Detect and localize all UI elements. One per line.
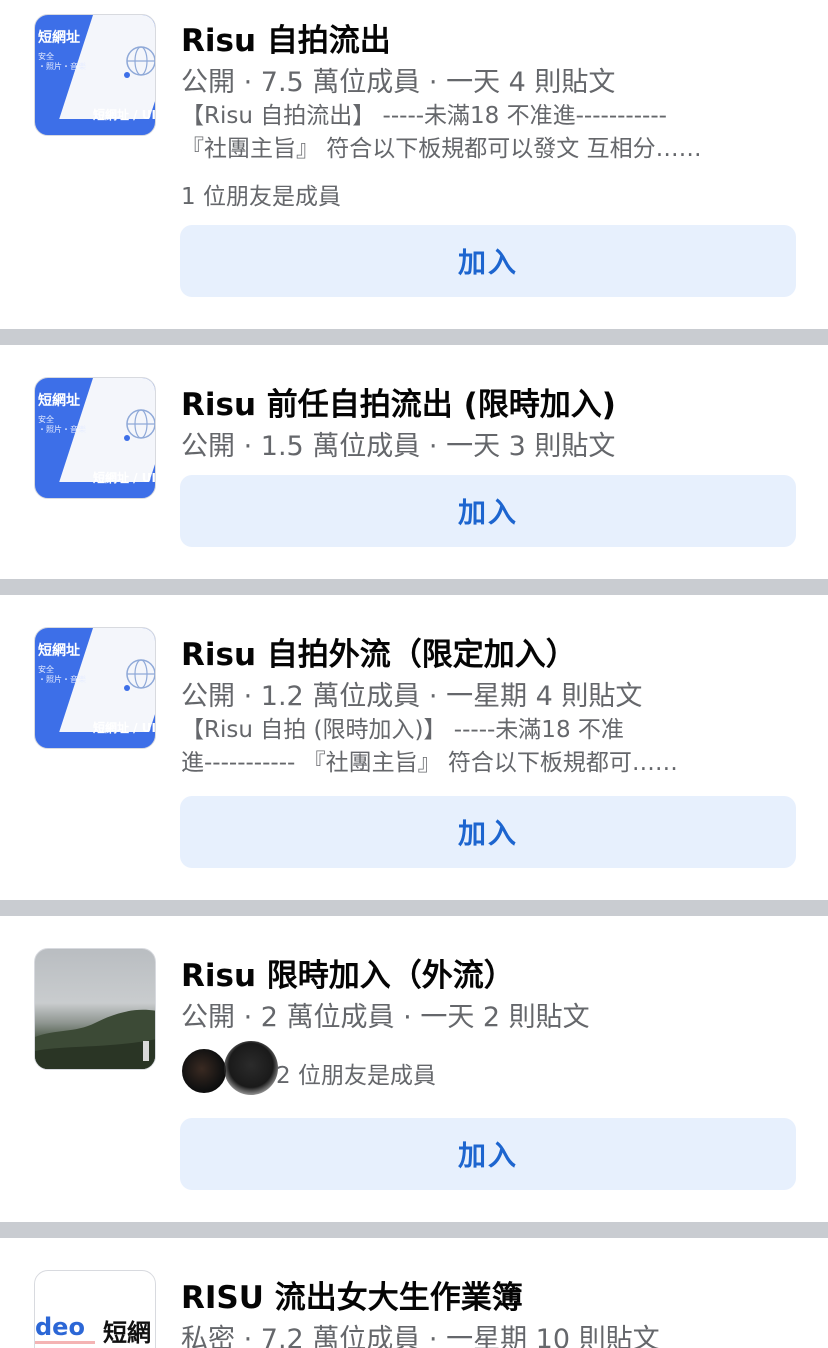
group-card[interactable]: 短網址 安全 ・照片・音樂 短網址 / UI Risu 自拍流出 公開 · 7.5…: [0, 0, 828, 329]
group-title[interactable]: RISU 流出女大生作業簿: [181, 1272, 523, 1317]
post-frequency: 一天 4 則貼文: [446, 67, 616, 98]
friend-avatars[interactable]: [180, 1041, 280, 1095]
friends-members: 1 位朋友是成員: [181, 184, 341, 210]
member-count: 7.2 萬位成員: [260, 1324, 421, 1348]
thumbnail-footer: 短網址 / UI: [93, 108, 156, 122]
mountain-photo: [35, 1009, 155, 1069]
post-frequency: 一星期 4 則貼文: [446, 681, 643, 712]
thumbnail-sublabel: 安全 ・照片・音樂: [38, 415, 86, 434]
thumbnail-label: 短網址: [38, 393, 80, 409]
card-separator: [0, 579, 828, 595]
group-thumbnail[interactable]: deo 短網: [34, 1270, 156, 1348]
post-frequency: 一天 2 則貼文: [420, 1002, 590, 1033]
thumbnail-label: deo: [35, 1313, 85, 1341]
join-button[interactable]: 加入: [180, 475, 796, 547]
group-thumbnail[interactable]: 短網址 安全 ・照片・音樂 短網址 / UI: [34, 627, 156, 749]
globe-icon: [124, 659, 155, 691]
privacy-label: 公開: [181, 67, 235, 98]
group-title[interactable]: Risu 自拍流出: [181, 15, 391, 60]
group-title[interactable]: Risu 自拍外流（限定加入）: [181, 629, 577, 674]
group-description: 【Risu 自拍流出】 -----未滿18 不准進----------- 『社團…: [181, 103, 702, 162]
group-thumbnail[interactable]: 短網址 安全 ・照片・音樂 短網址 / UI: [34, 14, 156, 136]
friends-members: 2 位朋友是成員: [276, 1063, 436, 1089]
thumbnail-sublabel: 安全 ・照片・音樂: [38, 52, 86, 71]
member-count: 1.2 萬位成員: [260, 681, 421, 712]
member-count: 1.5 萬位成員: [260, 431, 421, 462]
thumbnail-footer: 短網址 / UI: [93, 471, 156, 485]
friend-avatar[interactable]: [224, 1041, 278, 1095]
member-count: 7.5 萬位成員: [260, 67, 421, 98]
group-search-results: 短網址 安全 ・照片・音樂 短網址 / UI Risu 自拍流出 公開 · 7.5…: [0, 0, 828, 1348]
privacy-label: 私密: [181, 1324, 235, 1348]
post-frequency: 一星期 10 則貼文: [446, 1324, 660, 1348]
post-frequency: 一天 3 則貼文: [446, 431, 616, 462]
thumbnail-sublabel: 安全 ・照片・音樂: [38, 665, 86, 684]
thumbnail-label: 短網: [103, 1319, 151, 1347]
join-button[interactable]: 加入: [180, 225, 796, 297]
group-card[interactable]: Risu 限時加入（外流） 公開 · 2 萬位成員 · 一天 2 則貼文 2 位…: [0, 916, 828, 1222]
member-count: 2 萬位成員: [260, 1002, 395, 1033]
group-title[interactable]: Risu 前任自拍流出 (限時加入): [181, 379, 616, 424]
friend-avatar[interactable]: [180, 1047, 228, 1095]
card-separator: [0, 329, 828, 345]
thumbnail-footer: 短網址 / UI: [93, 721, 156, 735]
thumbnail-label: 短網址: [38, 30, 80, 46]
group-meta: 公開 · 1.5 萬位成員 · 一天 3 則貼文: [181, 431, 616, 462]
group-thumbnail[interactable]: [34, 948, 156, 1070]
join-button[interactable]: 加入: [180, 796, 796, 868]
group-meta: 公開 · 2 萬位成員 · 一天 2 則貼文: [181, 1002, 590, 1033]
group-title[interactable]: Risu 限時加入（外流）: [181, 950, 515, 995]
privacy-label: 公開: [181, 1002, 235, 1033]
group-card[interactable]: 短網址 安全 ・照片・音樂 短網址 / UI Risu 前任自拍流出 (限時加入)…: [0, 345, 828, 579]
thumbnail-label: 短網址: [38, 643, 80, 659]
card-separator: [0, 900, 828, 916]
group-thumbnail[interactable]: 短網址 安全 ・照片・音樂 短網址 / UI: [34, 377, 156, 499]
privacy-label: 公開: [181, 431, 235, 462]
globe-icon: [124, 46, 155, 78]
card-separator: [0, 1222, 828, 1238]
privacy-label: 公開: [181, 681, 235, 712]
group-description: 【Risu 自拍 (限時加入)】 -----未滿18 不准 進---------…: [181, 717, 678, 776]
group-card[interactable]: deo 短網 RISU 流出女大生作業簿 私密 · 7.2 萬位成員 · 一星期…: [0, 1238, 828, 1348]
globe-icon: [124, 409, 155, 441]
join-button[interactable]: 加入: [180, 1118, 796, 1190]
group-meta: 公開 · 1.2 萬位成員 · 一星期 4 則貼文: [181, 681, 643, 712]
group-meta: 公開 · 7.5 萬位成員 · 一天 4 則貼文: [181, 67, 616, 98]
group-card[interactable]: 短網址 安全 ・照片・音樂 短網址 / UI Risu 自拍外流（限定加入） 公開…: [0, 595, 828, 900]
group-meta: 私密 · 7.2 萬位成員 · 一星期 10 則貼文: [181, 1317, 660, 1348]
